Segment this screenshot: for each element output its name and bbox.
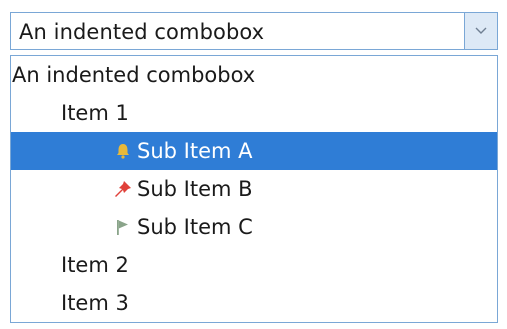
list-item-label: An indented combobox [12,63,256,87]
list-item-label: Item 1 [61,101,129,125]
list-item-label: Sub Item B [137,177,253,201]
list-item[interactable]: Item 3 [11,284,497,322]
pushpin-icon [113,170,135,208]
list-item[interactable]: Sub Item B [11,170,497,208]
chevron-down-icon [475,27,487,34]
list-item[interactable]: Item 1 [11,94,497,132]
list-item-label: Item 2 [61,253,129,277]
list-item-selected[interactable]: Sub Item A [11,132,497,170]
flag-icon [113,208,135,246]
dropdown-button[interactable] [464,13,497,49]
list-item-label: Sub Item C [137,215,253,239]
dropdown-list: An indented combobox Item 1 Sub Item A S… [10,55,498,323]
combobox-selected-text: An indented combobox [19,20,265,44]
list-item[interactable]: Sub Item C [11,208,497,246]
list-item-label: Sub Item A [137,139,253,163]
list-item-label: Item 3 [61,291,129,315]
list-item[interactable]: An indented combobox [11,56,497,94]
bell-icon [113,132,135,170]
indented-combobox[interactable]: An indented combobox [10,12,498,50]
list-item[interactable]: Item 2 [11,246,497,284]
